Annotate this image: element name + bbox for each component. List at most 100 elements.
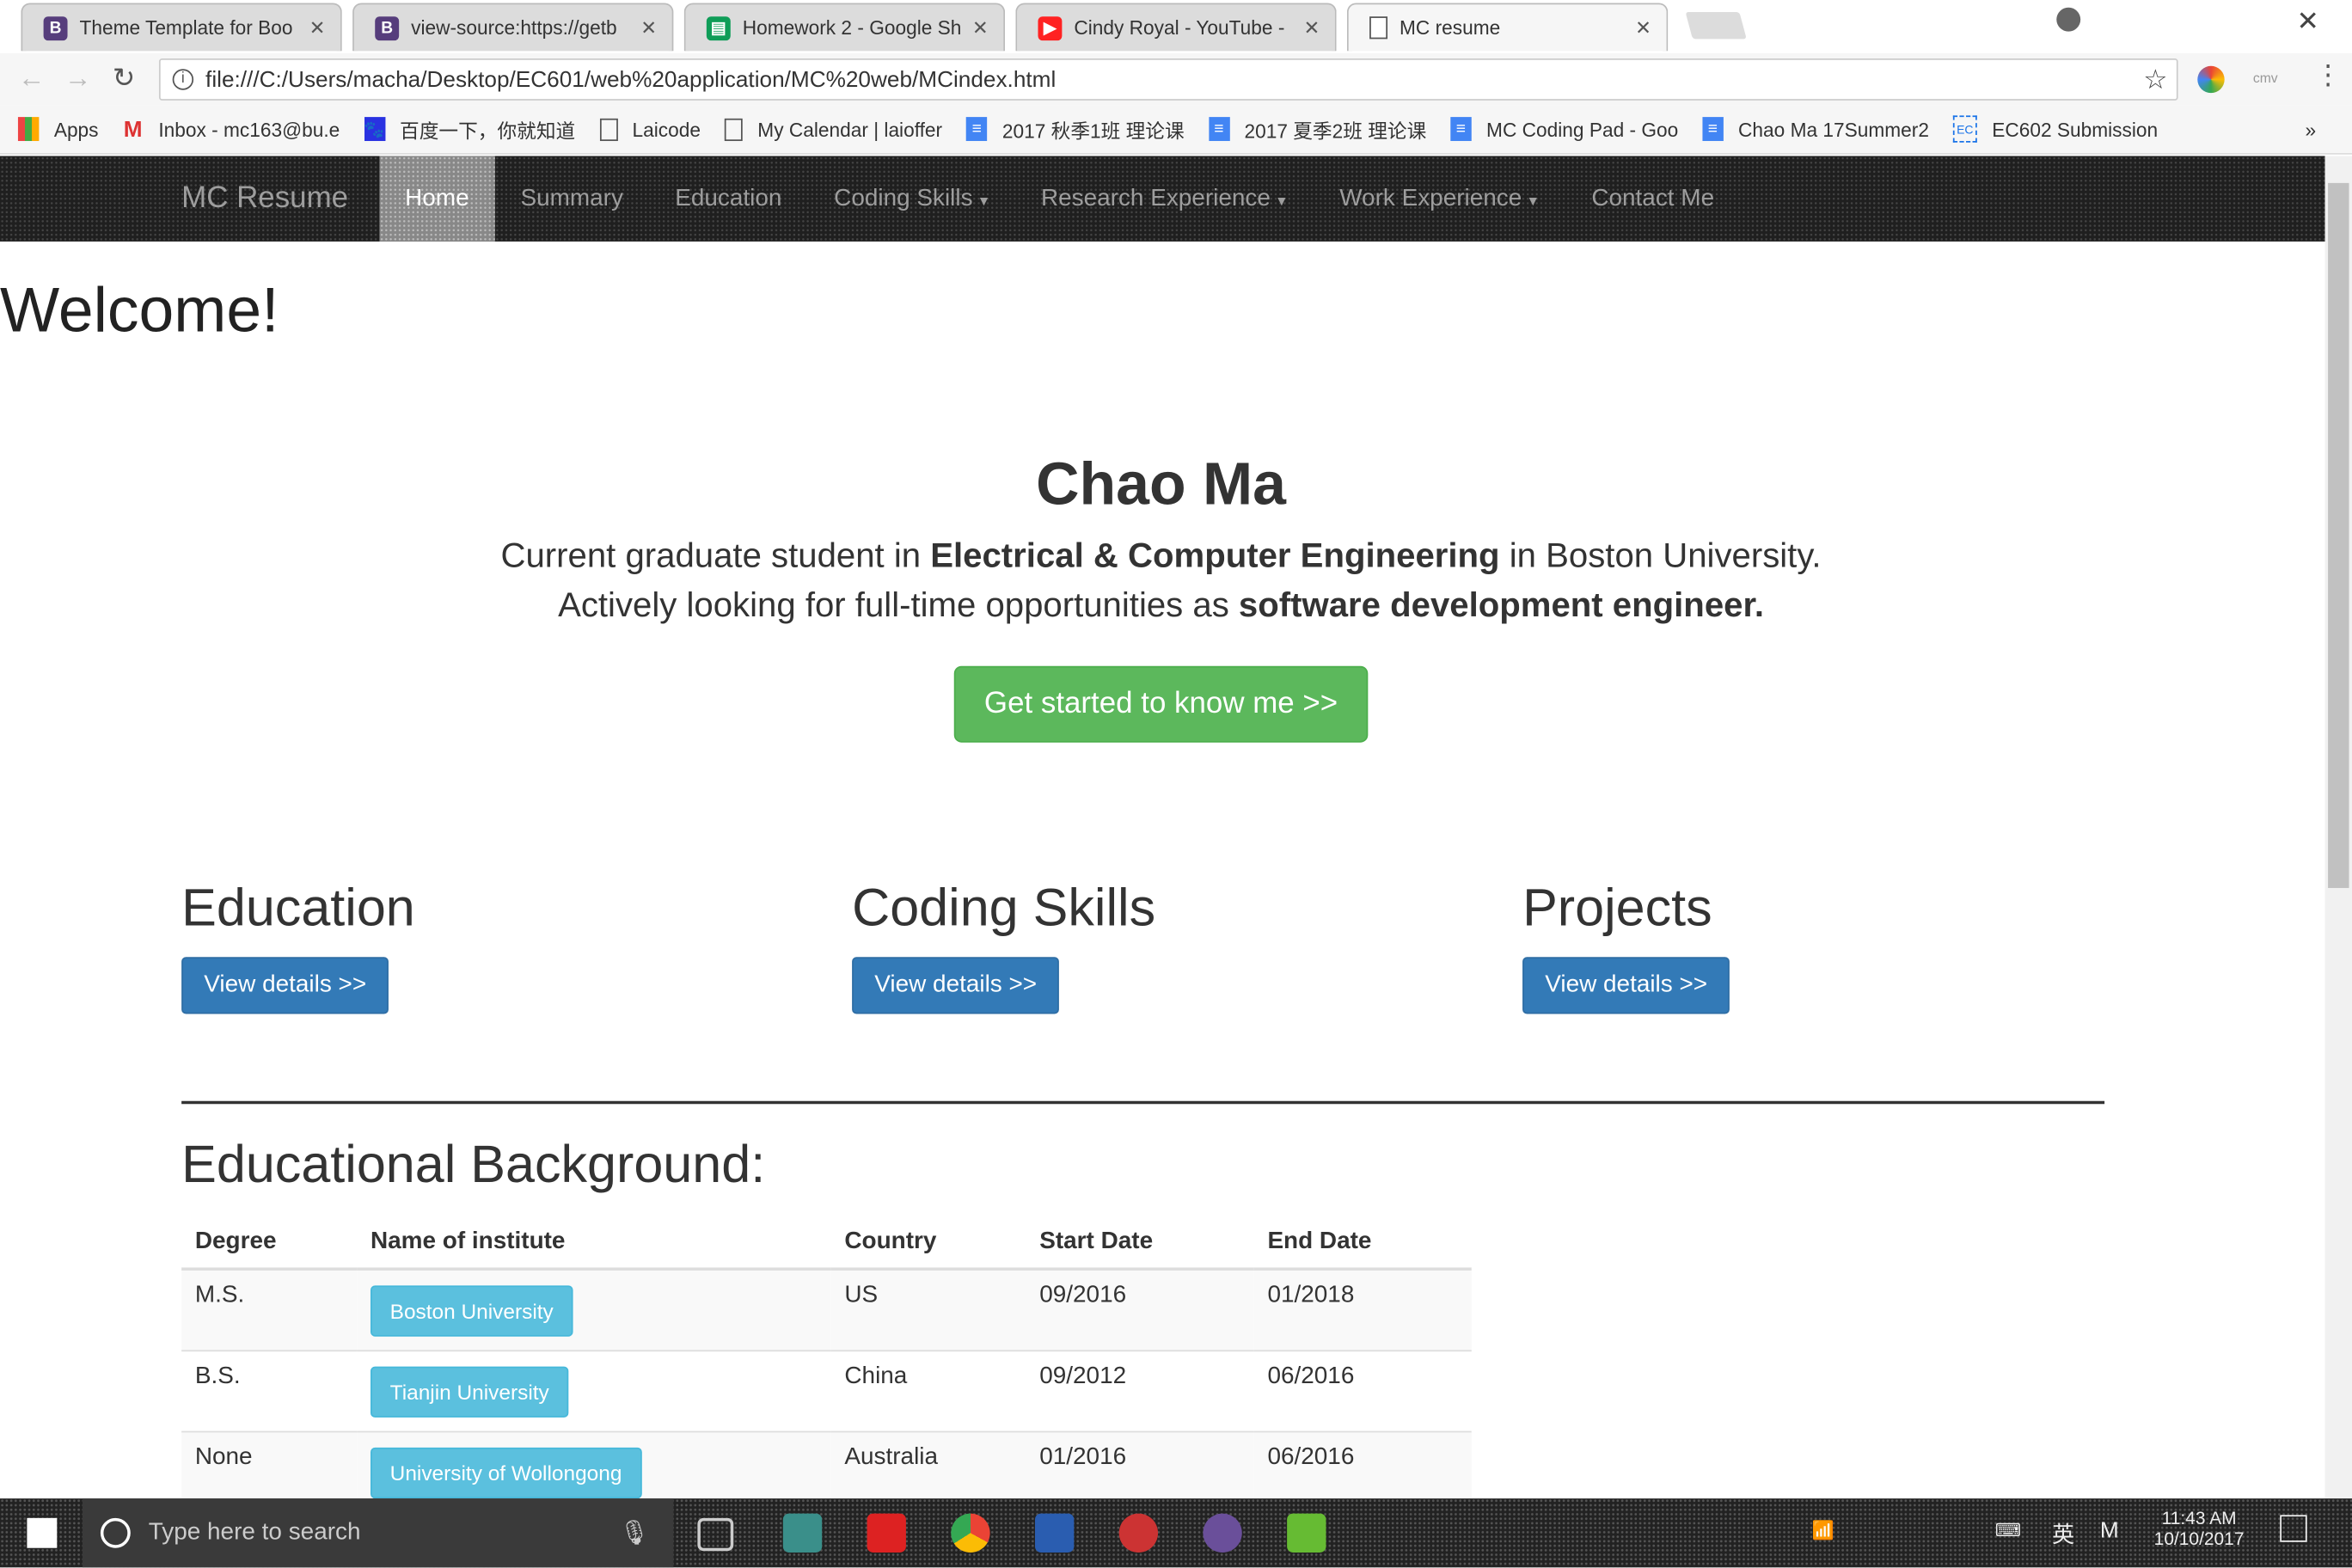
caret-down-icon: ▼ (1526, 193, 1540, 209)
coding-details-button[interactable]: View details >> (852, 957, 1060, 1014)
browser-toolbar: ← → ↻ i file:///C:/Users/macha/Desktop/E… (0, 53, 2352, 106)
education-background-heading: Educational Background: (181, 1135, 766, 1194)
reload-icon[interactable]: ↻ (113, 63, 135, 95)
section-title: Coding Skills (852, 879, 1156, 938)
app-green-icon[interactable] (1287, 1513, 1326, 1553)
chrome-icon[interactable] (951, 1513, 990, 1553)
end-date-cell: 06/2016 (1253, 1350, 1472, 1432)
clock[interactable]: 11:43 AM 10/10/2017 (2154, 1508, 2245, 1550)
url-text[interactable]: file:///C:/Users/macha/Desktop/EC601/web… (205, 67, 1056, 93)
bookmark-laicode[interactable]: Laicode (599, 117, 701, 141)
docs-icon: ≡ (966, 117, 988, 142)
col-degree: Degree (181, 1216, 358, 1271)
tab-strip: B Theme Template for Boo ✕ Bview-source:ht… (0, 0, 2352, 56)
close-tab-icon[interactable]: ✕ (1635, 15, 1651, 40)
projects-details-button[interactable]: View details >> (1522, 957, 1730, 1014)
dev-cpp-icon[interactable] (1034, 1513, 1075, 1553)
eclipse-icon[interactable] (1203, 1513, 1242, 1553)
get-started-button[interactable]: Get started to know me >> (954, 665, 1369, 743)
docs-icon: ≡ (1450, 117, 1472, 142)
start-date-cell: 01/2016 (1026, 1430, 1254, 1499)
taskbar-search[interactable]: Type here to search 🎙 (82, 1498, 674, 1568)
tab-youtube[interactable]: ▶ Cindy Royal - YouTube - ✕ (1015, 3, 1337, 52)
nav-home[interactable]: Home (379, 156, 495, 242)
window-close-icon[interactable]: ✕ (2296, 6, 2318, 38)
address-bar[interactable]: i file:///C:/Users/macha/Desktop/EC601/w… (158, 58, 2178, 101)
nav-work-experience[interactable]: Work Experience ▼ (1314, 156, 1565, 241)
bookmark-chao-ma[interactable]: ≡ Chao Ma 17Summer2 (1702, 117, 1929, 142)
profile-icon[interactable] (2056, 7, 2081, 32)
bookmark-coding-pad[interactable]: ≡ MC Coding Pad - Goo (1450, 117, 1678, 142)
bookmark-calendar[interactable]: My Calendar | laioffer (724, 117, 942, 141)
country-cell: US (830, 1268, 1026, 1351)
close-tab-icon[interactable]: ✕ (640, 15, 657, 40)
microphone-icon[interactable]: 🎙 (619, 1518, 649, 1548)
windows-start-icon[interactable] (27, 1517, 58, 1548)
education-section: Education View details >> (181, 879, 415, 1014)
gmail-icon: M (123, 116, 143, 142)
bookmark-star-icon[interactable]: ☆ (2143, 64, 2167, 96)
nav-contact-me[interactable]: Contact Me (1566, 156, 1740, 241)
intro-line-1: Current graduate student in Electrical &… (500, 535, 1822, 575)
more-bookmarks-button[interactable]: » (2306, 118, 2317, 140)
docs-icon: ≡ (1208, 117, 1230, 142)
country-cell: China (830, 1350, 1026, 1432)
institute-cell: Boston University (357, 1268, 831, 1351)
degree-cell: M.S. (181, 1268, 358, 1351)
boston-university-button[interactable]: Boston University (370, 1285, 573, 1337)
ime-m-icon[interactable]: M (2100, 1518, 2119, 1544)
bookmark-doc-1[interactable]: ≡ 2017 秋季1班 理论课 (966, 114, 1185, 143)
start-date-cell: 09/2012 (1026, 1350, 1254, 1432)
bookmark-doc-2[interactable]: ≡ 2017 夏季2班 理论课 (1208, 114, 1426, 143)
tianjin-university-button[interactable]: Tianjin University (370, 1366, 569, 1418)
col-country: Country (830, 1216, 1026, 1271)
forward-icon[interactable]: → (64, 63, 91, 95)
nav-education[interactable]: Education (650, 156, 808, 241)
keyboard-icon[interactable]: ⌨ (1995, 1520, 2021, 1540)
sheets-icon: ▤ (706, 15, 731, 40)
baidu-icon: 🐾 (364, 117, 385, 142)
bookmark-apps[interactable]: Apps (17, 117, 99, 142)
close-tab-icon[interactable]: ✕ (1303, 15, 1320, 40)
nav-summary[interactable]: Summary (495, 156, 649, 241)
back-icon[interactable]: ← (18, 63, 45, 95)
task-view-icon[interactable] (697, 1517, 734, 1552)
brand-link[interactable]: MC Resume (181, 181, 348, 216)
new-tab-button[interactable] (1685, 11, 1747, 40)
projects-section: Projects View details >> (1522, 879, 1730, 1014)
tab-homework[interactable]: ▤ Homework 2 - Google Sh ✕ (683, 3, 1006, 52)
cortana-icon (100, 1517, 131, 1548)
bookmark-baidu[interactable]: 🐾 百度一下，你就知道 (364, 114, 575, 143)
extension-cmv-icon[interactable]: cmv (2253, 70, 2278, 85)
col-end-date: End Date (1253, 1216, 1472, 1271)
bookmark-inbox[interactable]: M Inbox - mc163@bu.e (122, 116, 340, 142)
section-title: Education (181, 879, 415, 938)
app-icon[interactable] (782, 1513, 823, 1553)
close-tab-icon[interactable]: ✕ (309, 15, 326, 40)
wifi-icon[interactable]: 📶 (1812, 1520, 1834, 1540)
education-details-button[interactable]: View details >> (181, 957, 389, 1014)
tab-mc-resume[interactable]: MC resume ✕ (1346, 3, 1669, 52)
close-tab-icon[interactable]: ✕ (972, 15, 989, 40)
youdao-icon[interactable] (867, 1513, 906, 1553)
tab-theme-template[interactable]: B Theme Template for Boo ✕ (21, 3, 342, 52)
education-table: Degree Name of institute Country Start D… (181, 1216, 1472, 1499)
nav-coding-skills[interactable]: Coding Skills ▼ (809, 156, 1017, 241)
menu-icon[interactable]: ⋮ (2314, 60, 2341, 92)
wollongong-university-button[interactable]: University of Wollongong (370, 1447, 642, 1499)
action-center-icon[interactable] (2280, 1515, 2307, 1542)
scrollbar-thumb[interactable] (2328, 182, 2349, 888)
nav-research-experience[interactable]: Research Experience ▼ (1015, 156, 1314, 241)
info-icon[interactable]: i (172, 69, 194, 90)
extension-icon[interactable] (2197, 65, 2225, 94)
search-placeholder: Type here to search (148, 1519, 361, 1546)
tab-view-source[interactable]: Bview-source:https://getb ✕ (352, 3, 674, 52)
ime-indicator[interactable]: 英 (2052, 1518, 2074, 1550)
table-row: None University of Wollongong Australia … (181, 1430, 1472, 1499)
page-scrollbar[interactable] (2324, 156, 2352, 1499)
bookmark-ec602[interactable]: EC EC602 Submission (1952, 115, 2158, 143)
app-red-icon[interactable] (1118, 1513, 1159, 1553)
docs-icon: ≡ (1702, 117, 1724, 142)
end-date-cell: 06/2016 (1253, 1430, 1472, 1499)
youtube-icon: ▶ (1038, 15, 1063, 40)
